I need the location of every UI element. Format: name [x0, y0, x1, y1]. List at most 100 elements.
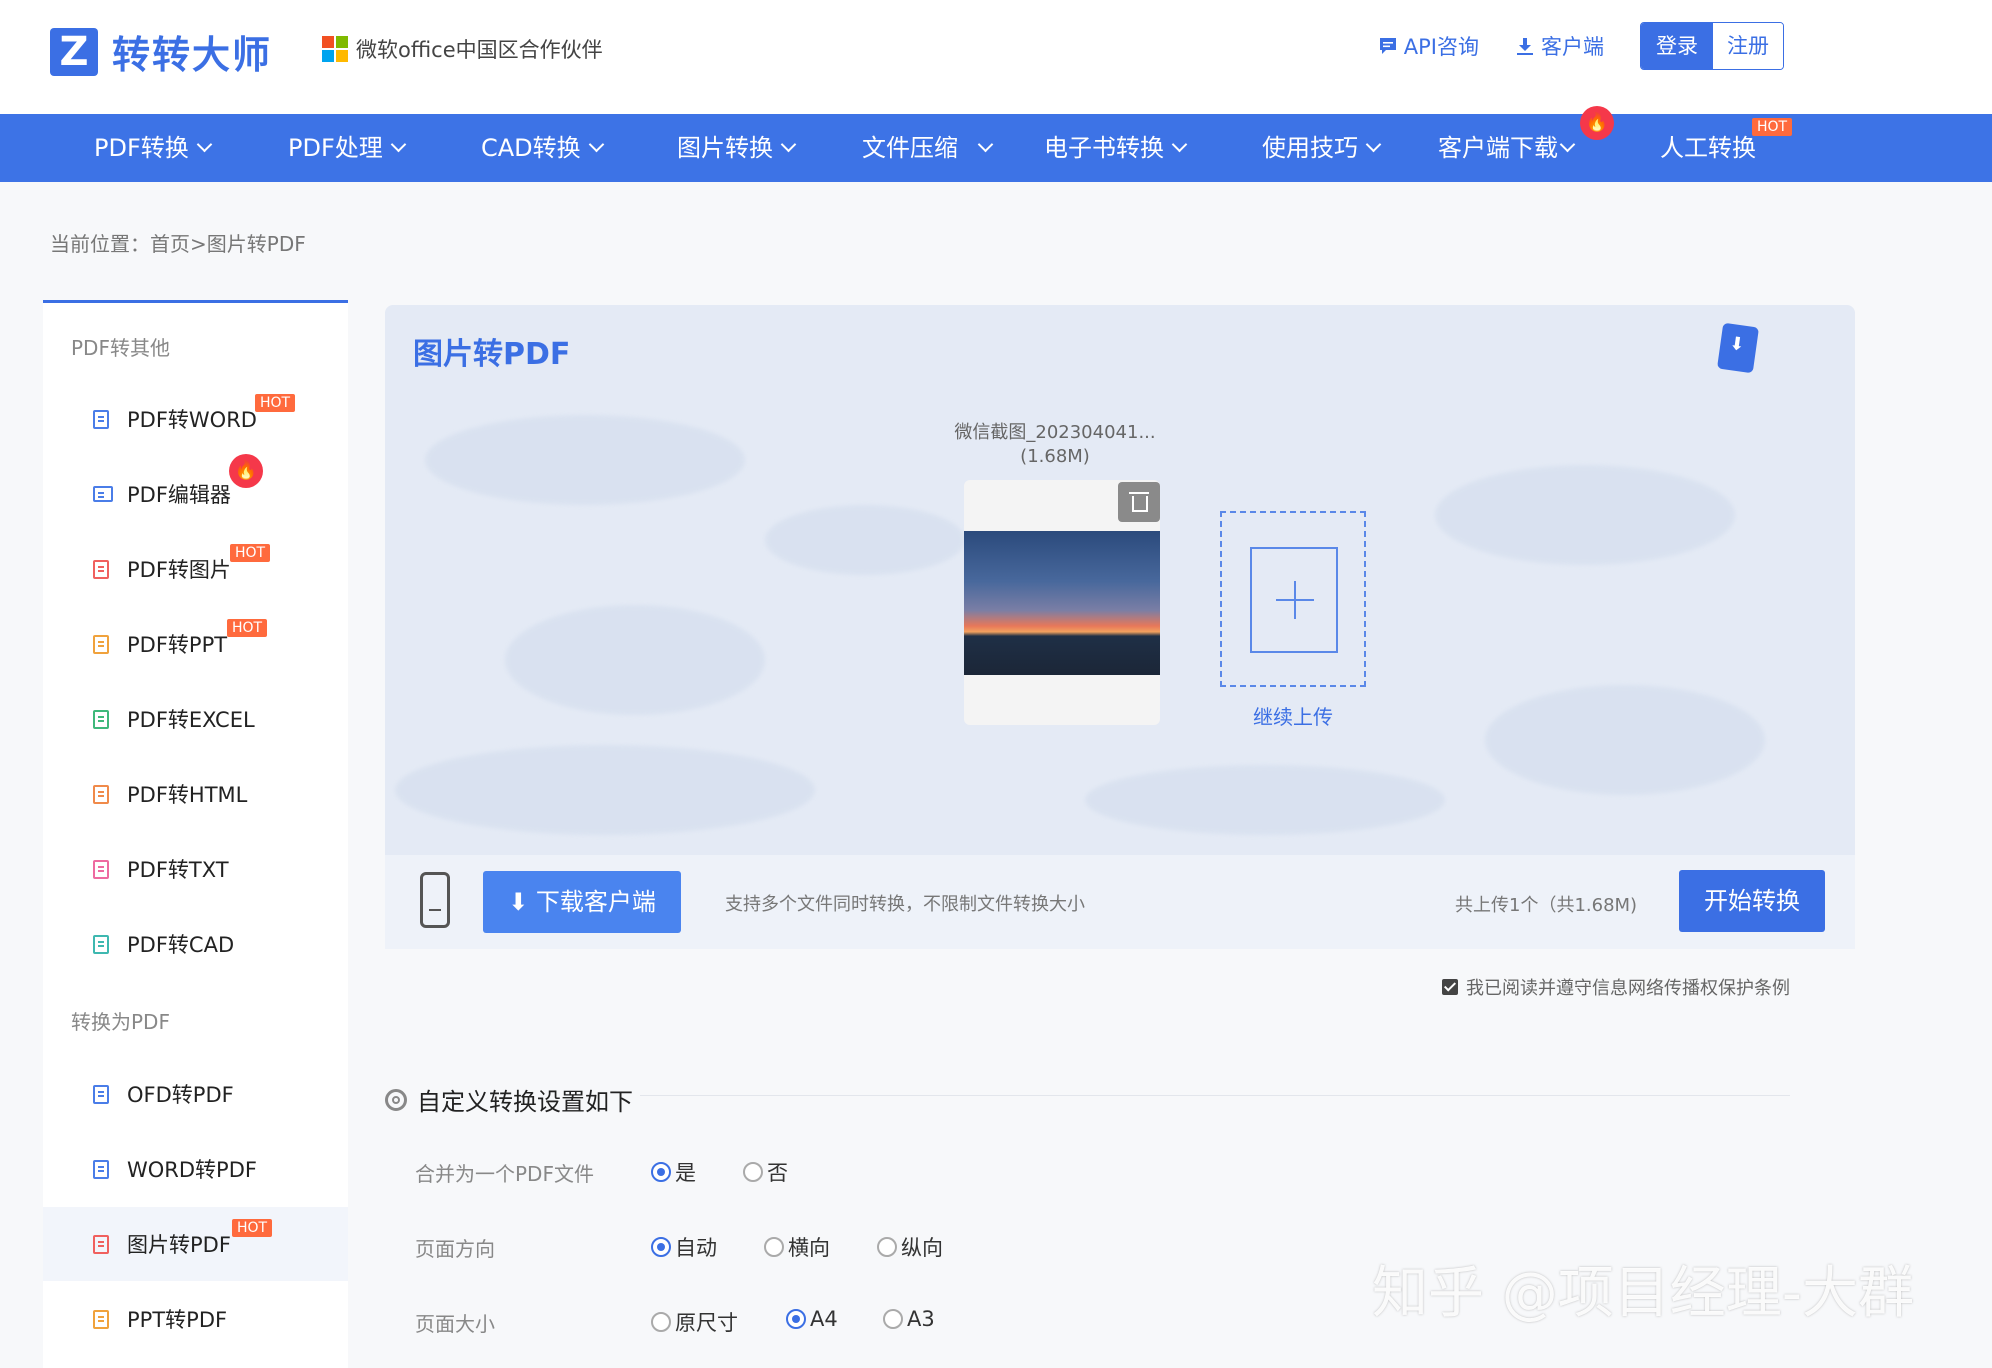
nav-label: 人工转换 [1660, 134, 1756, 162]
file-name-text: 微信截图_202304041... [954, 422, 1156, 443]
radio-dot [651, 1312, 671, 1332]
chevron-down-icon [390, 136, 407, 153]
logo-text: 转转大师 [112, 33, 273, 77]
register-button[interactable]: 注册 [1713, 23, 1783, 69]
merge-no-radio[interactable]: 否 [743, 1157, 788, 1187]
trash-icon[interactable] [1118, 482, 1160, 522]
sidebar-item-word-to-pdf[interactable]: WORD转PDF [43, 1132, 348, 1206]
site-logo[interactable]: Z 转转大师 [50, 24, 272, 79]
background-texture [1085, 765, 1445, 835]
monitor-icon [93, 486, 113, 502]
ofd-file-icon [93, 1084, 109, 1104]
download-icon: ⬇ [508, 888, 529, 916]
nav-image-convert[interactable]: 图片转换 [677, 114, 797, 182]
chevron-down-icon [780, 136, 797, 153]
size-original-radio[interactable]: 原尺寸 [651, 1307, 738, 1337]
nav-pdf-convert[interactable]: PDF转换 [94, 114, 213, 182]
sidebar-item-label: PDF转WORD [127, 408, 257, 432]
hot-badge: HOT [255, 394, 296, 412]
sidebar-item-label: PDF转TXT [127, 858, 229, 882]
orientation-auto-radio[interactable]: 自动 [651, 1232, 717, 1262]
nav-pdf-process[interactable]: PDF处理 [288, 114, 407, 182]
nav-tips[interactable]: 使用技巧 [1262, 114, 1382, 182]
radio-dot [883, 1309, 903, 1329]
nav-manual-convert[interactable]: 人工转换 [1660, 114, 1756, 182]
word-file-icon [93, 1159, 109, 1179]
login-button[interactable]: 登录 [1641, 23, 1713, 69]
fire-icon: 🔥 [229, 454, 263, 488]
nav-label: 文件压缩 [862, 134, 958, 162]
chevron-down-icon [1365, 136, 1382, 153]
chevron-down-icon [1171, 136, 1188, 153]
download-client-label: 下载客户端 [535, 888, 656, 916]
hot-badge: HOT [232, 1219, 273, 1237]
sidebar-item-label: PDF编辑器 [127, 483, 231, 507]
merge-label: 合并为一个PDF文件 [415, 1162, 594, 1186]
size-a3-radio[interactable]: A3 [883, 1307, 935, 1331]
sidebar-item-ppt-to-pdf[interactable]: PPT转PDF [43, 1282, 348, 1356]
orientation-landscape-radio[interactable]: 横向 [764, 1232, 830, 1262]
document-icon [93, 409, 109, 429]
client-download-link[interactable]: 客户端 [1515, 31, 1604, 61]
file-card [964, 480, 1160, 725]
hot-badge: HOT [230, 544, 271, 562]
orientation-portrait-radio[interactable]: 纵向 [877, 1232, 943, 1262]
cad-file-icon [93, 934, 109, 954]
size-a4-radio[interactable]: A4 [786, 1307, 838, 1331]
image-file-icon [93, 559, 109, 579]
background-texture [765, 505, 965, 575]
chevron-down-icon [588, 136, 604, 153]
chevron-down-icon [196, 136, 213, 153]
chevron-down-icon [977, 136, 994, 153]
radio-label: 自动 [675, 1236, 717, 1260]
radio-label: A4 [810, 1307, 838, 1331]
document-download-icon[interactable] [1716, 322, 1760, 374]
merge-yes-radio[interactable]: 是 [651, 1157, 696, 1187]
sidebar-item-image-to-pdf[interactable]: 图片转PDF HOT [43, 1207, 348, 1281]
hot-badge: HOT [1752, 118, 1793, 136]
divider [640, 1095, 1790, 1096]
background-texture [1435, 465, 1735, 565]
sidebar-item-pdf-to-word[interactable]: PDF转WORD HOT [43, 382, 348, 456]
sidebar-item-pdf-to-image[interactable]: PDF转图片 HOT [43, 532, 348, 606]
add-file-button[interactable] [1220, 511, 1366, 687]
sidebar-item-pdf-to-ppt[interactable]: PDF转PPT HOT [43, 607, 348, 681]
radio-label: 原尺寸 [675, 1311, 738, 1335]
partner-info: 微软office中国区合作伙伴 [322, 34, 603, 64]
hot-badge: HOT [227, 619, 268, 637]
agree-checkbox[interactable] [1442, 979, 1458, 995]
sidebar-item-pdf-to-cad[interactable]: PDF转CAD [43, 907, 348, 981]
upload-panel[interactable]: 图片转PDF 微信截图_202304041... (1.68M) 继续上传 [385, 305, 1855, 855]
sidebar-group-pdf-to-other: PDF转其他 [71, 336, 170, 360]
nav-client-download[interactable]: 客户端下载 [1438, 114, 1576, 182]
sidebar-item-ofd-to-pdf[interactable]: OFD转PDF [43, 1057, 348, 1131]
nav-file-compress[interactable]: 文件压缩 [862, 114, 994, 182]
partner-text: 微软office中国区合作伙伴 [356, 38, 603, 62]
api-consult-link[interactable]: API咨询 [1378, 31, 1479, 61]
sidebar-item-label: 图片转PDF [127, 1233, 231, 1257]
action-bar: ⬇ 下载客户端 支持多个文件同时转换，不限制文件转换大小 共上传1个（共1.68… [385, 855, 1855, 949]
sidebar-item-pdf-to-excel[interactable]: PDF转EXCEL [43, 682, 348, 756]
radio-label: 横向 [788, 1236, 830, 1260]
fire-icon: 🔥 [1580, 106, 1614, 140]
sidebar-item-label: PDF转PPT [127, 633, 228, 657]
site-header: Z 转转大师 微软office中国区合作伙伴 API咨询 客户端 登录 注册 [0, 0, 1992, 114]
sidebar-item-pdf-to-html[interactable]: PDF转HTML [43, 757, 348, 831]
sidebar-item-pdf-to-txt[interactable]: PDF转TXT [43, 832, 348, 906]
sidebar-item-pdf-editor[interactable]: PDF编辑器 🔥 [43, 454, 348, 531]
download-client-button[interactable]: ⬇ 下载客户端 [483, 871, 681, 933]
continue-upload-label[interactable]: 继续上传 [1220, 701, 1366, 730]
file-size-text: (1.68M) [1020, 446, 1090, 467]
sidebar: PDF转其他 PDF转WORD HOT PDF编辑器 🔥 PDF转图片 HOT … [43, 300, 348, 1368]
page-size-label: 页面大小 [415, 1312, 495, 1336]
start-convert-button[interactable]: 开始转换 [1679, 870, 1825, 932]
support-text: 支持多个文件同时转换，不限制文件转换大小 [725, 894, 1085, 915]
nav-label: 客户端下载 [1438, 134, 1558, 162]
phone-icon [420, 872, 450, 928]
download-icon [1517, 38, 1533, 55]
agreement-row[interactable]: 我已阅读并遵守信息网络传播权保护条例 [1442, 974, 1790, 1000]
nav-cad-convert[interactable]: CAD转换 [481, 114, 604, 182]
radio-dot [786, 1309, 806, 1329]
nav-ebook-convert[interactable]: 电子书转换 [1044, 114, 1188, 182]
background-texture [1485, 685, 1765, 795]
